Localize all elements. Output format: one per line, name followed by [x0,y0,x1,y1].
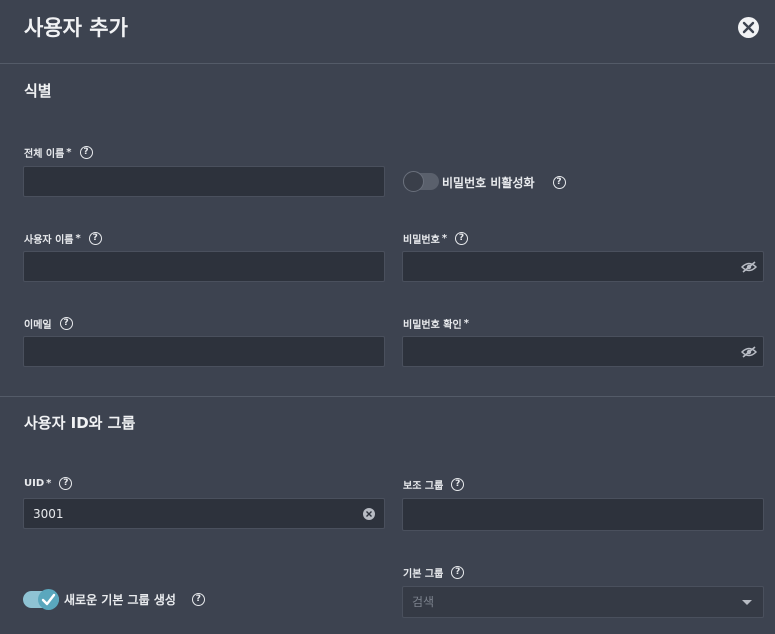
uid-label-text: UID [24,478,45,489]
toggle-knob [38,589,59,610]
toggle-knob [403,171,424,192]
confirm-password-label-text: 비밀번호 확인 [403,320,462,331]
help-circle-icon[interactable]: ? [88,232,102,245]
help-circle-icon[interactable]: ? [59,317,73,330]
clear-icon [366,511,372,517]
password-label-text: 비밀번호 [403,235,440,246]
username-input[interactable] [23,251,385,282]
uid-input[interactable] [23,498,385,529]
full-name-input[interactable] [23,166,385,197]
create-primary-group-toggle[interactable] [23,589,59,610]
create-primary-group-label: 새로운 기본 그룹 생성 ? [64,591,205,608]
close-icon [742,21,755,34]
section-title-ids-groups: 사용자 ID와 그룹 [24,414,136,432]
primary-group-select[interactable] [402,586,764,618]
dialog-header: 사용자 추가 [0,0,775,64]
help-circle-icon[interactable]: ? [79,146,93,159]
check-icon [41,593,56,606]
username-label-text: 사용자 이름 [24,235,74,246]
required-mark: * [46,478,52,489]
caret-down-icon[interactable] [742,600,752,605]
dialog-title: 사용자 추가 [24,16,128,40]
confirm-password-input[interactable] [402,336,764,367]
disable-password-label: 비밀번호 비활성화 ? [442,174,566,191]
help-circle-icon[interactable]: ? [191,593,205,606]
help-circle-icon[interactable]: ? [59,477,73,490]
clear-button[interactable] [363,508,375,520]
aux-groups-label-text: 보조 그룹 [403,481,444,492]
required-mark: * [75,233,81,244]
primary-group-label-text: 기본 그룹 [403,569,444,580]
eye-off-icon[interactable] [741,346,757,358]
section-title-identity: 식별 [24,82,52,100]
primary-group-label: 기본 그룹 ? [403,565,465,580]
disable-password-toggle[interactable] [403,171,439,192]
full-name-label-text: 전체 이름 [24,149,65,160]
email-input[interactable] [23,336,385,367]
help-circle-icon[interactable]: ? [552,176,566,189]
help-circle-icon[interactable]: ? [451,566,465,579]
password-label: 비밀번호 * ? [403,231,469,246]
required-mark: * [441,233,448,244]
disable-password-text: 비밀번호 비활성화 [442,176,535,190]
uid-label: UID * ? [24,477,73,490]
username-label: 사용자 이름 * ? [24,231,102,246]
create-primary-group-text: 새로운 기본 그룹 생성 [64,593,176,607]
help-circle-icon[interactable]: ? [451,478,465,491]
email-label: 이메일 ? [24,316,73,331]
required-mark: * [66,147,72,158]
full-name-label: 전체 이름 * ? [24,145,93,160]
confirm-password-label: 비밀번호 확인 * [403,316,469,331]
required-mark: * [463,318,469,329]
section-divider [0,396,775,397]
email-label-text: 이메일 [24,320,52,331]
aux-groups-label: 보조 그룹 ? [403,477,465,492]
help-circle-icon[interactable]: ? [455,232,469,245]
aux-groups-input[interactable] [402,498,764,531]
eye-off-icon[interactable] [741,261,757,273]
close-button[interactable] [738,17,759,38]
password-input[interactable] [402,251,764,282]
